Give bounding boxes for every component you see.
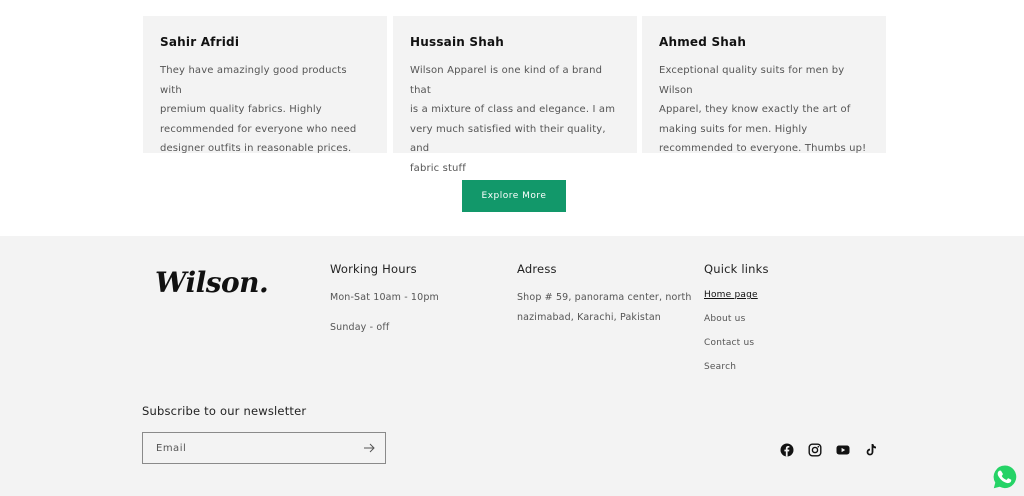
working-hours-column: Working Hours Mon-Sat 10am - 10pm Sunday… bbox=[330, 262, 439, 348]
address-title: Adress bbox=[517, 262, 557, 276]
testimonial-line: is a mixture of class and elegance. I am bbox=[410, 104, 616, 115]
tiktok-icon[interactable] bbox=[864, 443, 878, 457]
testimonial-author: Ahmed Shah bbox=[659, 35, 747, 49]
address-line: nazimabad, Karachi, Pakistan bbox=[517, 312, 661, 323]
testimonial-text: Wilson Apparel is one kind of a brand th… bbox=[410, 61, 621, 178]
explore-more-button[interactable]: Explore More bbox=[462, 180, 566, 212]
facebook-icon[interactable] bbox=[780, 443, 794, 457]
testimonial-line: designer outfits in reasonable prices. bbox=[160, 143, 352, 154]
testimonial-line: very much satisfied with their quality, … bbox=[410, 123, 606, 155]
working-hours-line: Mon-Sat 10am - 10pm bbox=[330, 292, 439, 303]
testimonial-line: recommended to everyone. Thumbs up! bbox=[659, 143, 867, 154]
testimonial-line: premium quality fabrics. Highly bbox=[160, 104, 322, 115]
arrow-right-icon[interactable] bbox=[363, 442, 375, 454]
youtube-icon[interactable] bbox=[836, 443, 850, 457]
testimonial-text: Exceptional quality suits for men by Wil… bbox=[659, 61, 870, 159]
wilson-logo[interactable]: Wilson. bbox=[155, 267, 267, 297]
svg-text:Wilson.: Wilson. bbox=[155, 267, 267, 297]
whatsapp-chat-icon[interactable] bbox=[992, 464, 1018, 490]
testimonial-author: Hussain Shah bbox=[410, 35, 505, 49]
email-input[interactable] bbox=[156, 433, 356, 463]
testimonial-line: Exceptional quality suits for men by Wil… bbox=[659, 65, 845, 96]
link-home-page[interactable]: Home page bbox=[704, 288, 769, 302]
testimonial-line: fabric stuff bbox=[410, 162, 466, 174]
link-contact-us[interactable]: Contact us bbox=[704, 336, 769, 350]
working-hours-line: Sunday - off bbox=[330, 322, 390, 333]
quick-links-column: Quick links Home page About us Contact u… bbox=[704, 262, 769, 384]
testimonial-line: making suits for men. Highly bbox=[659, 123, 808, 135]
wilson-logo-icon: Wilson. bbox=[155, 267, 267, 297]
testimonial-card: Ahmed Shah Exceptional quality suits for… bbox=[642, 16, 886, 154]
testimonial-line: Wilson Apparel is one kind of a brand th… bbox=[410, 65, 603, 96]
address-column: Adress Shop # 59, panorama center, north… bbox=[517, 262, 697, 328]
link-about-us[interactable]: About us bbox=[704, 312, 769, 326]
testimonial-text: They have amazingly good products with p… bbox=[160, 61, 371, 159]
testimonial-line: They have amazingly good products with bbox=[160, 65, 347, 96]
social-links bbox=[780, 443, 878, 457]
newsletter-title: Subscribe to our newsletter bbox=[142, 404, 307, 418]
testimonial-card: Hussain Shah Wilson Apparel is one kind … bbox=[393, 16, 637, 174]
newsletter-form bbox=[142, 432, 386, 464]
testimonial-author: Sahir Afridi bbox=[160, 35, 240, 49]
quick-links-title: Quick links bbox=[704, 262, 769, 276]
address-line: Shop # 59, panorama center, north bbox=[517, 292, 692, 303]
testimonial-card: Sahir Afridi They have amazingly good pr… bbox=[143, 16, 387, 154]
footer: Wilson. Working Hours Mon-Sat 10am - 10p… bbox=[0, 236, 1024, 496]
testimonial-line: recommended for everyone who need bbox=[160, 123, 357, 135]
testimonial-line: Apparel, they know exactly the art of bbox=[659, 104, 851, 115]
testimonials-section: Sahir Afridi They have amazingly good pr… bbox=[143, 16, 887, 174]
instagram-icon[interactable] bbox=[808, 443, 822, 457]
working-hours-title: Working Hours bbox=[330, 262, 417, 276]
link-search[interactable]: Search bbox=[704, 360, 769, 374]
